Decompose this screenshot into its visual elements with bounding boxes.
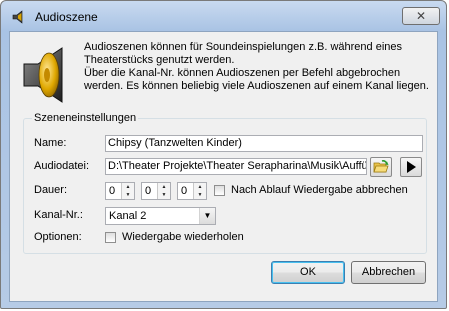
folder-open-icon (373, 160, 389, 173)
minutes-stepper[interactable]: 0 ▲ ▼ (141, 182, 171, 200)
spin-up-icon[interactable]: ▲ (122, 183, 134, 191)
dialog-body: Audioszenen können für Soundeinspielunge… (9, 31, 438, 302)
play-icon (407, 161, 416, 173)
speaker-large-icon (23, 47, 63, 103)
seconds-value: 0 (181, 185, 188, 197)
name-field[interactable]: Chipsy (Tanzwelten Kinder) (105, 135, 423, 152)
options-label: Optionen: (34, 231, 82, 243)
minutes-value: 0 (145, 185, 152, 197)
description-line: werden. Es können beliebig viele Audiosz… (84, 80, 429, 92)
chevron-down-icon[interactable]: ▼ (199, 208, 215, 224)
hours-stepper[interactable]: 0 ▲ ▼ (105, 182, 135, 200)
play-button[interactable] (400, 157, 422, 177)
seconds-stepper[interactable]: 0 ▲ ▼ (177, 182, 207, 200)
channel-value: Kanal 2 (109, 210, 147, 222)
settings-group: Szeneneinstellungen Name: Chipsy (Tanzwe… (23, 112, 427, 254)
spin-down-icon[interactable]: ▼ (122, 191, 134, 199)
cancel-button[interactable]: Abbrechen (351, 261, 426, 284)
duration-label: Dauer: (34, 184, 68, 196)
spin-up-icon[interactable]: ▲ (194, 183, 206, 191)
spin-down-icon[interactable]: ▼ (158, 191, 170, 199)
title-bar[interactable]: Audioszene ✕ (1, 1, 446, 31)
speaker-icon (12, 10, 23, 24)
window-title: Audioszene (35, 10, 98, 24)
close-button[interactable]: ✕ (402, 7, 440, 25)
stop-after-checkbox[interactable] (214, 185, 225, 196)
dialog-window: Audioszene ✕ Audioszenen können für Soun… (0, 0, 447, 309)
repeat-checkbox[interactable] (105, 232, 116, 243)
browse-button[interactable] (370, 157, 392, 177)
description-line: Über die Kanal-Nr. können Audioszenen pe… (84, 67, 401, 79)
name-label: Name: (34, 137, 67, 149)
channel-select[interactable]: Kanal 2 ▼ (105, 207, 216, 225)
audio-file-field[interactable]: D:\Theater Projekte\Theater Serapharina\… (105, 158, 367, 175)
hours-value: 0 (109, 185, 116, 197)
repeat-label: Wiedergabe wiederholen (122, 231, 244, 243)
ok-button[interactable]: OK (271, 261, 345, 284)
channel-label: Kanal-Nr.: (34, 209, 83, 221)
description-line: Audioszenen können für Soundeinspielunge… (84, 41, 403, 53)
spin-down-icon[interactable]: ▼ (194, 191, 206, 199)
spin-up-icon[interactable]: ▲ (158, 183, 170, 191)
group-title: Szeneneinstellungen (32, 112, 139, 125)
stop-after-label: Nach Ablauf Wiedergabe abbrechen (231, 184, 408, 196)
audio-file-label: Audiodatei: (34, 160, 90, 172)
description-line: Theaterstücks genutzt werden. (84, 54, 235, 66)
description-text: Audioszenen können für Soundeinspielunge… (84, 41, 434, 93)
